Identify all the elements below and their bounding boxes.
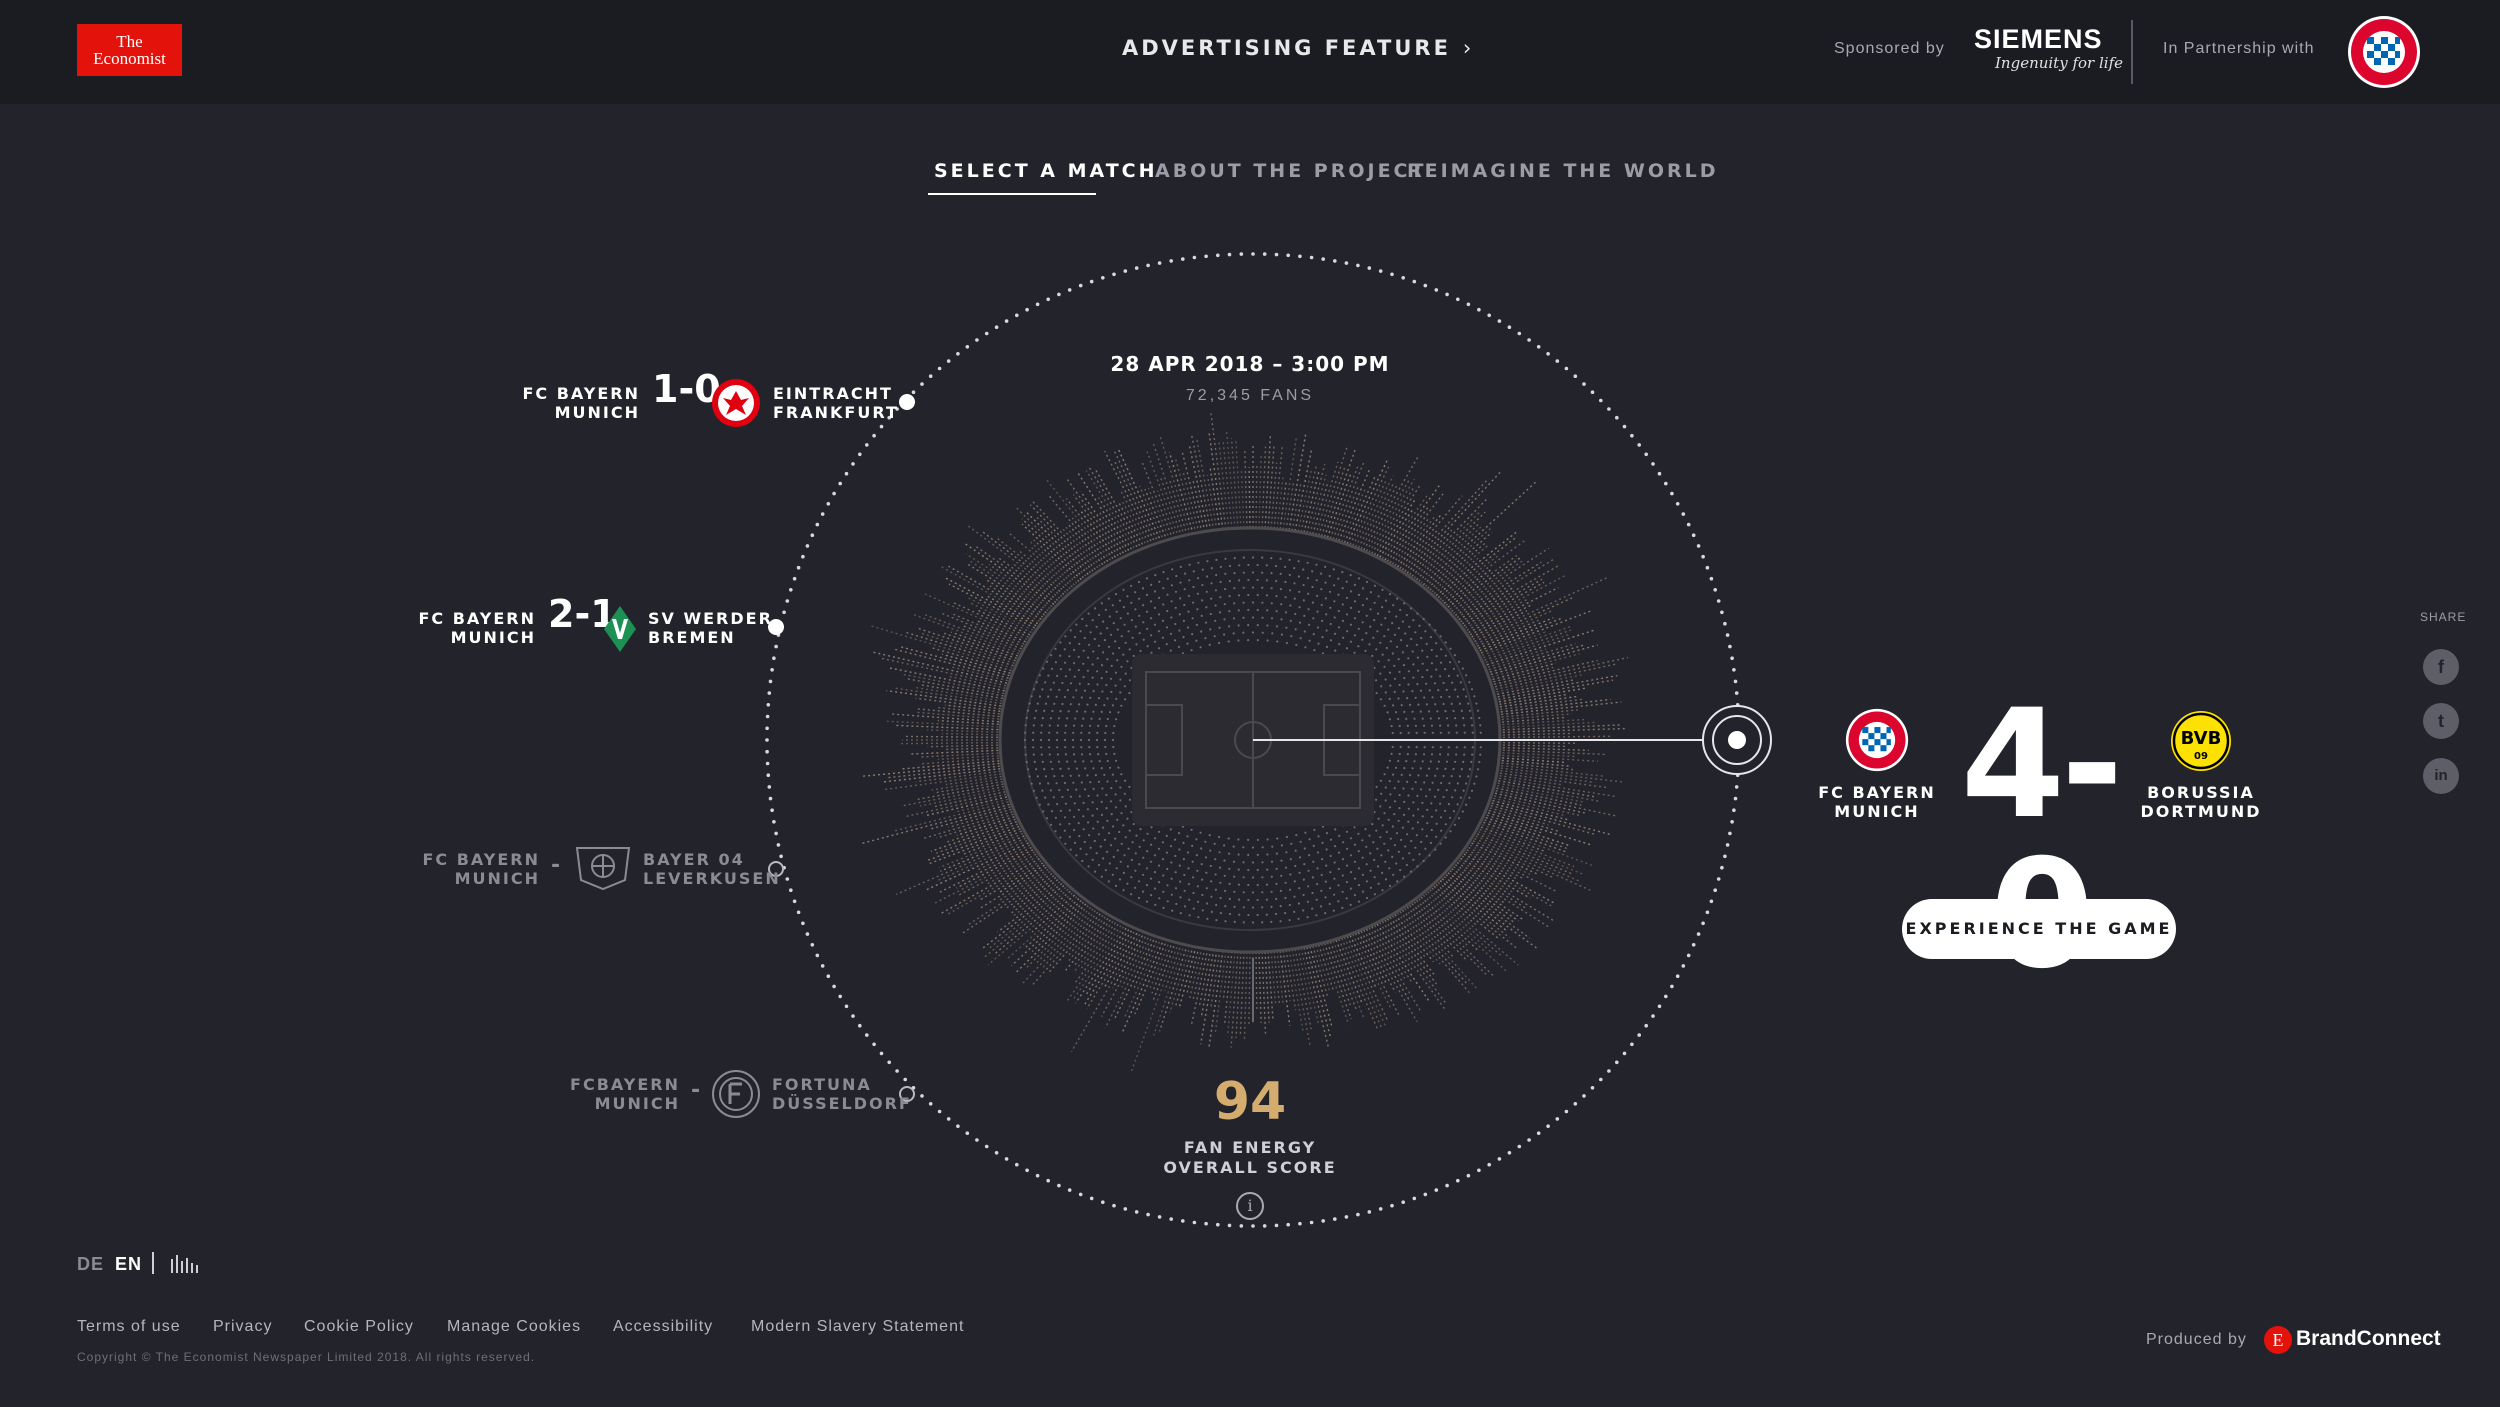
match-4-score: - <box>691 1078 701 1103</box>
match-node-1[interactable] <box>899 394 915 410</box>
match-1-home: FC BAYERN MUNICH <box>500 384 640 422</box>
match-2-away: SV WERDER BREMEN <box>648 609 773 647</box>
eintracht-frankfurt-crest-icon <box>712 379 760 427</box>
selected-match-node[interactable] <box>1702 705 1772 775</box>
match-3-home: FC BAYERN MUNICH <box>400 850 540 888</box>
copyright-text: Copyright © The Economist Newspaper Limi… <box>77 1350 536 1364</box>
match-2-away-line2: BREMEN <box>648 628 736 647</box>
dortmund-crest-year: 09 <box>2194 751 2208 762</box>
brandconnect-logo-icon[interactable]: E <box>2264 1326 2292 1354</box>
featured-home-line2: MUNICH <box>1834 802 1920 821</box>
match-3-away-line2: LEVERKUSEN <box>643 869 781 888</box>
featured-away-team: BORUSSIA DORTMUND <box>2121 783 2281 821</box>
match-1-home-line2: MUNICH <box>554 403 640 422</box>
fan-energy-label-line1: FAN ENERGY <box>1183 1138 1317 1157</box>
match-1-away-line1: EINTRACHT <box>773 384 893 403</box>
match-4-away: FORTUNA DÜSSELDORF <box>772 1075 912 1113</box>
match-4-away-line2: DÜSSELDORF <box>772 1094 912 1113</box>
match-2-home-line2: MUNICH <box>450 628 536 647</box>
werder-bremen-crest-icon <box>604 606 636 652</box>
match-date: 28 APR 2018 – 3:00 PM <box>1110 352 1390 376</box>
fan-energy-label-line2: OVERALL SCORE <box>1163 1158 1337 1177</box>
match-3-home-line1: FC BAYERN <box>422 850 540 869</box>
fan-energy-label: FAN ENERGY OVERALL SCORE <box>1100 1138 1400 1178</box>
produced-by-label: Produced by <box>2146 1331 2247 1348</box>
twitter-icon[interactable]: t <box>2423 703 2459 739</box>
fan-count: 72,345 FANS <box>1185 387 1315 404</box>
audio-bars-icon[interactable] <box>171 1255 199 1273</box>
match-4-home: FCBAYERN MUNICH <box>540 1075 680 1113</box>
experience-the-game-button[interactable]: EXPERIENCE THE GAME <box>1902 899 2176 959</box>
match-1-away-line2: FRANKFURT <box>773 403 899 422</box>
footer-link-cookie-policy[interactable]: Cookie Policy <box>304 1318 414 1336</box>
match-1-home-line1: FC BAYERN <box>522 384 640 403</box>
language-de[interactable]: DE <box>77 1254 104 1275</box>
footer-link-accessibility[interactable]: Accessibility <box>613 1318 713 1336</box>
match-3-away: BAYER 04 LEVERKUSEN <box>643 850 781 888</box>
info-icon[interactable]: i <box>1236 1192 1264 1220</box>
linkedin-icon[interactable]: in <box>2423 758 2459 794</box>
match-3-score: - <box>551 853 561 878</box>
share-label: SHARE <box>2420 610 2467 624</box>
brandconnect-name[interactable]: BrandConnect <box>2296 1327 2441 1351</box>
featured-away-line2: DORTMUND <box>2140 802 2262 821</box>
match-2-home: FC BAYERN MUNICH <box>396 609 536 647</box>
match-3-away-line1: BAYER 04 <box>643 850 745 869</box>
match-1-away: EINTRACHT FRANKFURT <box>773 384 899 422</box>
fc-bayern-crest-icon <box>1845 708 1909 772</box>
featured-away-line1: BORUSSIA <box>2147 783 2255 802</box>
match-4-home-line1: FCBAYERN <box>570 1075 680 1094</box>
footer-link-modern-slavery[interactable]: Modern Slavery Statement <box>751 1318 964 1336</box>
borussia-dortmund-crest-icon: BVB 09 <box>2171 711 2231 771</box>
language-divider <box>152 1252 154 1274</box>
match-2-away-line1: SV WERDER <box>648 609 773 628</box>
footer-link-manage-cookies[interactable]: Manage Cookies <box>447 1318 581 1336</box>
footer-link-terms[interactable]: Terms of use <box>77 1318 181 1336</box>
facebook-icon[interactable]: f <box>2423 649 2459 685</box>
language-en[interactable]: EN <box>115 1254 142 1275</box>
footer-link-privacy[interactable]: Privacy <box>213 1318 272 1336</box>
featured-home-line1: FC BAYERN <box>1818 783 1936 802</box>
match-4-home-line2: MUNICH <box>594 1094 680 1113</box>
featured-home-team: FC BAYERN MUNICH <box>1797 783 1957 821</box>
dortmund-crest-text: BVB <box>2181 728 2222 749</box>
match-3-home-line2: MUNICH <box>454 869 540 888</box>
match-2-home-line1: FC BAYERN <box>418 609 536 628</box>
match-4-away-line1: FORTUNA <box>772 1075 872 1094</box>
bayer-leverkusen-crest-icon <box>575 847 631 891</box>
fan-energy-score: 94 <box>1213 1072 1287 1132</box>
fortuna-duesseldorf-crest-icon <box>712 1070 760 1118</box>
